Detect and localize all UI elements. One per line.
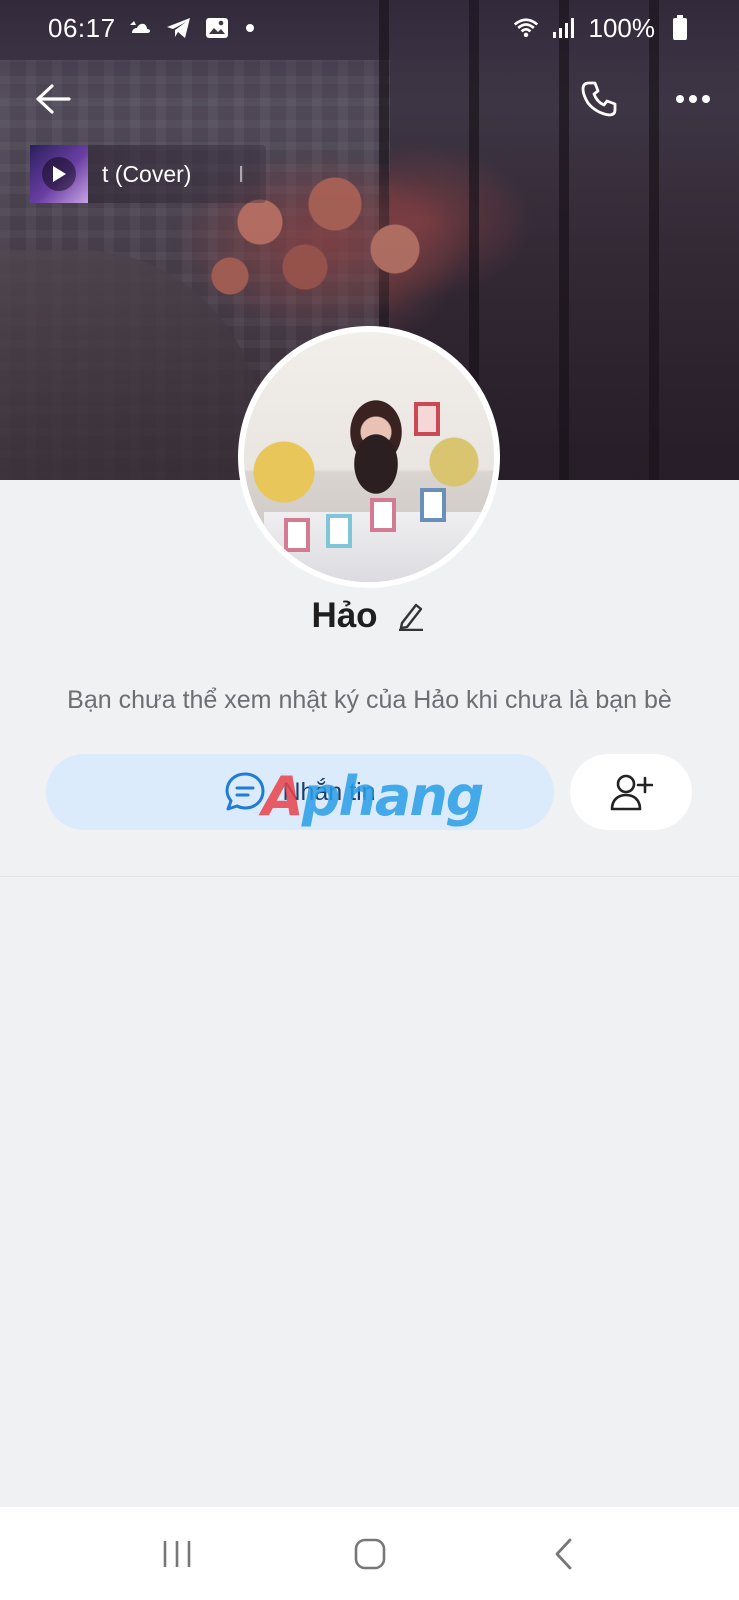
home-button[interactable] [330, 1524, 410, 1584]
call-button[interactable] [572, 72, 626, 126]
recents-icon [163, 1540, 190, 1567]
message-label: Nhắn tin [282, 777, 376, 806]
arrow-left-icon [36, 84, 71, 114]
status-time: 06:17 [48, 12, 116, 43]
dot-icon [245, 24, 254, 32]
avatar-photo-frame [420, 488, 446, 522]
profile-avatar[interactable] [238, 326, 500, 588]
weather-icon [128, 15, 154, 41]
system-nav-bar [0, 1507, 739, 1600]
telegram-icon [166, 15, 192, 41]
signal-icon [551, 15, 577, 41]
recents-button[interactable] [137, 1524, 217, 1584]
section-divider [0, 876, 739, 877]
more-button[interactable] [666, 72, 720, 126]
profile-name: Hảo [311, 596, 378, 635]
profile-name-row: Hảo [0, 588, 739, 644]
music-cover-art [30, 145, 88, 203]
music-title: t (Cover) I [102, 161, 244, 188]
music-title-trailing: I [237, 160, 245, 187]
profile-music[interactable]: t (Cover) I [30, 145, 266, 203]
nav-back-button[interactable] [523, 1524, 603, 1584]
status-bar: 06:17 100% [0, 0, 739, 56]
home-icon [354, 1538, 385, 1569]
play-icon [42, 157, 76, 191]
avatar-photo-frame [414, 402, 440, 436]
nav-back-icon [555, 1538, 571, 1569]
wifi-icon [513, 15, 539, 41]
battery-percent: 100% [588, 12, 656, 43]
more-horizontal-icon [676, 95, 710, 103]
back-button[interactable] [26, 72, 80, 126]
add-user-icon [610, 774, 653, 811]
phone-icon [581, 81, 617, 117]
avatar-photo-frame [284, 518, 310, 552]
pencil-icon [398, 603, 423, 631]
battery-icon [667, 15, 693, 41]
add-friend-button[interactable] [570, 754, 692, 830]
edit-name-button[interactable] [394, 599, 428, 633]
chat-bubble-icon [225, 772, 265, 811]
avatar-photo-frame [326, 514, 352, 548]
privacy-note: Bạn chưa thể xem nhật ký của Hảo khi chư… [67, 686, 672, 714]
gallery-icon [204, 15, 230, 41]
avatar-photo-frame [370, 498, 396, 532]
music-title-text: t (Cover) [102, 160, 192, 187]
status-right: 100% [513, 13, 694, 44]
status-left: 06:17 [48, 13, 254, 44]
message-button[interactable]: Nhắn tin [46, 754, 554, 830]
